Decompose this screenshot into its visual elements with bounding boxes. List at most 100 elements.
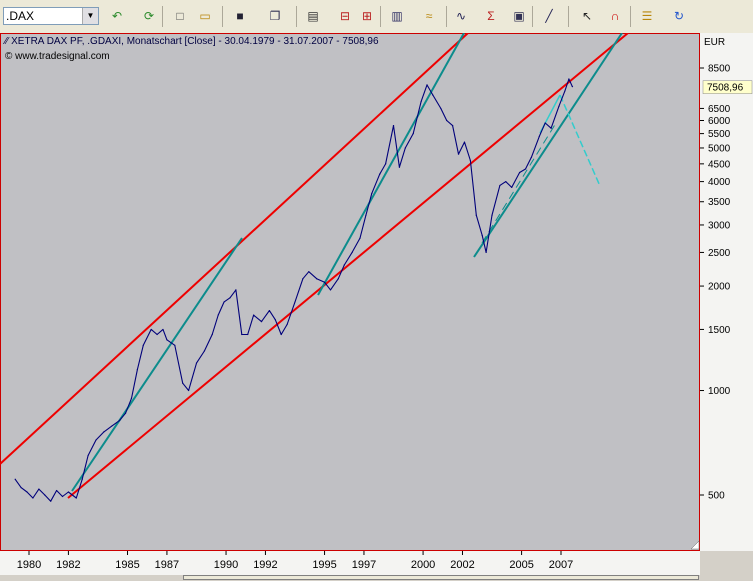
price-point — [452, 125, 454, 127]
cursor-icon[interactable]: ↖ — [578, 8, 596, 25]
price-point — [530, 156, 533, 158]
price-point — [38, 488, 40, 490]
y-tick-label: 4000 — [708, 177, 731, 188]
print-icon[interactable]: ▤ — [304, 8, 322, 25]
y-tick-label: 3500 — [708, 197, 731, 208]
price-point — [203, 350, 205, 352]
x-tick-label: 1982 — [56, 559, 80, 571]
price-point — [274, 319, 276, 321]
price-point — [247, 333, 249, 336]
trend-lines — [71, 33, 623, 492]
x-tick-label: 1995 — [312, 559, 336, 571]
undo-arrow-icon[interactable]: ↶ — [108, 8, 126, 25]
price-point — [538, 135, 540, 137]
price-point — [519, 171, 521, 174]
time-axis[interactable]: 1980 1982 1985 1987 1990 1992 1995 1997 2000 2002… — [0, 551, 700, 575]
y-tick-label: 8500 — [708, 64, 731, 75]
x-tick-label: 2000 — [411, 559, 435, 571]
price-point — [67, 491, 70, 493]
y-tick-label: 1500 — [708, 325, 731, 336]
price-point — [87, 454, 89, 457]
price-point — [316, 278, 318, 280]
price-point — [302, 278, 304, 280]
resize-corner-icon[interactable] — [690, 540, 700, 550]
copy-icon[interactable]: ❐ — [266, 8, 284, 25]
price-point — [260, 320, 263, 323]
symbol-input[interactable]: .DAX ▼ — [3, 7, 99, 25]
price-point — [457, 153, 460, 155]
chevron-down-icon[interactable]: ▼ — [82, 8, 98, 24]
price-point — [95, 439, 97, 441]
trend-line-2003 — [473, 33, 623, 258]
magnet-icon[interactable]: ∩ — [606, 8, 624, 25]
refresh-icon[interactable]: ⟳ — [140, 8, 158, 25]
price-point — [156, 333, 158, 336]
dashed-trend-line — [481, 122, 557, 244]
draw-line-icon[interactable]: ╱ — [540, 8, 558, 25]
channel-lines — [0, 33, 629, 499]
price-point — [564, 90, 566, 92]
price-point — [253, 314, 255, 316]
price-point — [308, 271, 310, 273]
price-point — [81, 478, 83, 480]
price-point — [440, 107, 442, 110]
scrollbar-thumb[interactable] — [183, 575, 699, 580]
price-point — [511, 186, 513, 188]
y-tick-label: 500 — [708, 491, 725, 502]
trend-line-1982 — [71, 237, 243, 492]
toolbar-separator — [162, 6, 163, 27]
symbol-value: .DAX — [6, 9, 35, 23]
x-tick-label: 1997 — [352, 559, 376, 571]
chart-window-2-icon[interactable]: ⊞ — [358, 8, 376, 25]
price-axis[interactable]: 500 1000 1500 2000 2500 3000 3500 4000 4500 5000 5… — [700, 33, 753, 551]
price-point — [50, 500, 52, 502]
chart-title: ⁄⁄ XETRA DAX PF, .GDAXI, Monatschart [Cl… — [5, 36, 379, 47]
price-point — [323, 281, 326, 283]
price-point — [142, 344, 144, 346]
sigma-icon[interactable]: Σ — [482, 8, 500, 25]
price-point — [475, 214, 477, 216]
price-point — [111, 425, 113, 427]
price-point — [119, 419, 121, 422]
chart-window-icon[interactable]: ⊟ — [336, 8, 354, 25]
price-point — [499, 184, 501, 187]
price-point — [150, 328, 152, 331]
x-tick-label: 2007 — [549, 559, 573, 571]
price-point — [130, 397, 133, 399]
price-line-series-0 — [14, 78, 573, 502]
price-point — [182, 382, 184, 384]
price-point — [359, 237, 361, 239]
price-point — [426, 84, 428, 86]
rotate-icon[interactable]: ↻ — [670, 8, 688, 25]
channel-lower-line — [67, 33, 629, 499]
properties-icon[interactable]: ▣ — [510, 8, 528, 25]
studies-icon[interactable]: ∿ — [452, 8, 470, 25]
layout-icon[interactable]: ▥ — [388, 8, 406, 25]
x-tick-label: 1987 — [155, 559, 179, 571]
price-point — [294, 301, 296, 303]
indicator-icon[interactable]: ≈ — [420, 8, 438, 25]
y-tick-label: 2000 — [708, 282, 731, 293]
new-document-icon[interactable]: □ — [171, 8, 189, 25]
x-tick-label: 2002 — [450, 559, 474, 571]
price-point — [485, 251, 487, 254]
resize-corner[interactable] — [690, 540, 700, 550]
price-point — [195, 362, 198, 364]
x-tick-label: 2005 — [509, 559, 533, 571]
horizontal-scrollbar[interactable] — [0, 575, 753, 581]
chart-plot[interactable] — [0, 33, 700, 551]
projection-line — [559, 94, 601, 187]
price-point — [14, 478, 16, 480]
settings-icon[interactable]: ☰ — [638, 8, 656, 25]
price-point — [44, 494, 46, 496]
price-point — [61, 495, 64, 498]
save-disk-icon[interactable]: ■ — [231, 8, 249, 25]
price-axis-ticks: 500 1000 1500 2000 2500 3000 3500 4000 4500 5000 5… — [700, 64, 753, 502]
open-folder-icon[interactable]: ▭ — [196, 8, 214, 25]
price-series — [14, 78, 574, 502]
x-tick-label: 1992 — [253, 559, 277, 571]
toolbar-separator — [380, 6, 381, 27]
price-point — [166, 339, 168, 341]
toolbar-separator — [296, 6, 297, 27]
toolbar-separator — [568, 6, 569, 27]
